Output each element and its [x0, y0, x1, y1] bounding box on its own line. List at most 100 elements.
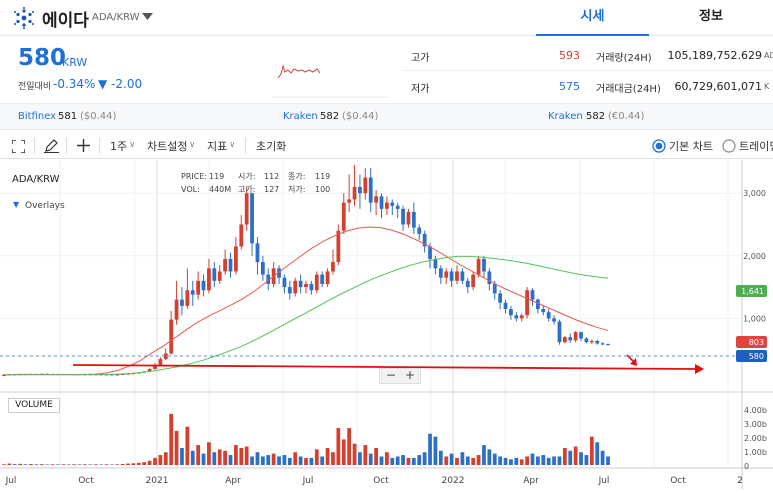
candle-body — [190, 290, 195, 295]
candle-body — [385, 202, 389, 209]
volume-bar — [244, 446, 249, 465]
exchange-name[interactable]: Bitfinex — [18, 111, 56, 122]
candle-body — [417, 227, 422, 234]
indicators-menu[interactable]: 지표 — [207, 138, 227, 154]
volume-bar — [476, 455, 481, 465]
volume-bar — [234, 445, 238, 465]
candle-body — [250, 193, 254, 244]
candle-body — [347, 199, 352, 203]
time-axis-tick: Jul — [5, 476, 17, 486]
exchange-name[interactable]: Kraken — [283, 111, 318, 122]
time-axis-tick: Jul — [302, 476, 314, 486]
overlays-marker-icon[interactable]: ▼ — [13, 200, 19, 209]
candle-body — [519, 315, 524, 319]
chart-settings-menu[interactable]: 차트설정 — [147, 138, 187, 154]
zoom-in-button[interactable]: + — [405, 368, 415, 382]
candle-body — [471, 274, 476, 288]
basic-chart-option[interactable]: 기본 차트 — [669, 138, 713, 154]
volume-bar — [120, 464, 125, 465]
candle-body — [584, 338, 589, 343]
volume-axis-tick: 4.00b — [744, 406, 767, 415]
time-axis-tick: Jul — [598, 476, 610, 486]
volume-bar — [379, 456, 384, 465]
volume-bar — [519, 459, 524, 465]
candle-body — [169, 319, 174, 354]
candle-body — [509, 309, 513, 316]
overlays-toggle[interactable]: Overlays — [25, 201, 65, 211]
draw-pencil-icon[interactable] — [44, 139, 59, 153]
interval-select[interactable]: 1주 — [110, 138, 127, 154]
volume-axis-tick: 0 — [744, 462, 749, 471]
volume-bar — [422, 452, 427, 465]
volume-bar — [45, 464, 50, 465]
price-axis-tick: 1,000 — [743, 314, 766, 323]
volume-bar — [277, 456, 281, 465]
coin-select-caret-icon[interactable] — [142, 13, 153, 21]
candle-body — [314, 274, 319, 291]
volume-bar — [18, 463, 23, 465]
exchange-name[interactable]: Kraken — [548, 111, 583, 122]
volume-bar — [104, 464, 109, 465]
volume-bar — [347, 428, 352, 465]
volume-bar — [557, 456, 562, 465]
candle-body — [196, 280, 201, 295]
volume-bar — [552, 456, 556, 465]
candle-body — [217, 271, 222, 281]
volume-bar — [455, 457, 459, 465]
volume-bar — [444, 456, 449, 465]
volume-panel-label[interactable]: VOLUME — [8, 398, 60, 413]
volume-bar — [433, 436, 438, 465]
chevron-down-icon: ∨ — [189, 140, 196, 150]
candle-body — [482, 258, 486, 272]
radio-unselected-icon[interactable] — [722, 139, 736, 153]
volume-bar — [341, 439, 346, 465]
volume-bar — [12, 464, 17, 465]
volume-bar — [536, 456, 540, 465]
add-plus-icon[interactable] — [77, 139, 90, 152]
time-axis-tick: Apr — [225, 476, 241, 486]
candlestick-chart[interactable]: 3,000 2,000 1,000 1,641 803 580 4.00b 3.00b 2.00… — [0, 160, 773, 489]
volume-bar — [509, 459, 513, 465]
candle-body — [406, 211, 411, 225]
volume-bar — [126, 463, 130, 465]
candle-body — [546, 312, 551, 319]
ma-long-price-label: 1,641 — [741, 287, 764, 296]
volume-bar — [573, 446, 578, 465]
volume-bar — [7, 463, 12, 465]
volume-bar — [401, 455, 405, 465]
volume-bar — [600, 450, 605, 465]
volume-bar — [314, 449, 319, 465]
volume-bar — [212, 452, 217, 465]
volume-bar — [293, 452, 298, 465]
volume-bar — [460, 452, 465, 465]
time-axis-tick: 2 — [737, 476, 743, 486]
volume-bar — [304, 457, 308, 465]
amount-value: 60,729,601,071 — [674, 80, 762, 93]
volume-bar — [487, 449, 492, 465]
fullscreen-icon[interactable] — [12, 140, 25, 153]
candle-body — [293, 280, 298, 294]
candle-body — [298, 280, 303, 288]
volume-bar — [201, 453, 206, 465]
volume-bar — [395, 456, 400, 465]
candle-body — [341, 202, 346, 231]
volume-unit: AD — [764, 51, 773, 60]
time-axis-tick: Oct — [670, 476, 686, 486]
price-chart-panel[interactable]: 3,000 2,000 1,000 1,641 803 580 4.00b 3.00b 2.00… — [0, 160, 773, 489]
trading-chart-option[interactable]: 트레이딩 — [739, 138, 773, 154]
volume-bar — [449, 453, 454, 465]
volume-bar — [406, 457, 411, 465]
amount-unit: K — [764, 82, 770, 91]
volume-bar — [93, 464, 98, 465]
candle-body — [207, 268, 211, 291]
zoom-out-button[interactable]: − — [386, 368, 396, 382]
candle-body — [595, 340, 600, 344]
reset-button[interactable]: 초기화 — [256, 138, 286, 154]
tab-price[interactable]: 시세 — [536, 0, 649, 36]
candle-body — [438, 268, 443, 278]
radio-selected-icon[interactable] — [652, 139, 666, 153]
candle-body — [228, 258, 233, 272]
volume-bar — [223, 450, 227, 465]
candle-body — [223, 258, 227, 272]
tab-info[interactable]: 정보 — [649, 0, 773, 36]
